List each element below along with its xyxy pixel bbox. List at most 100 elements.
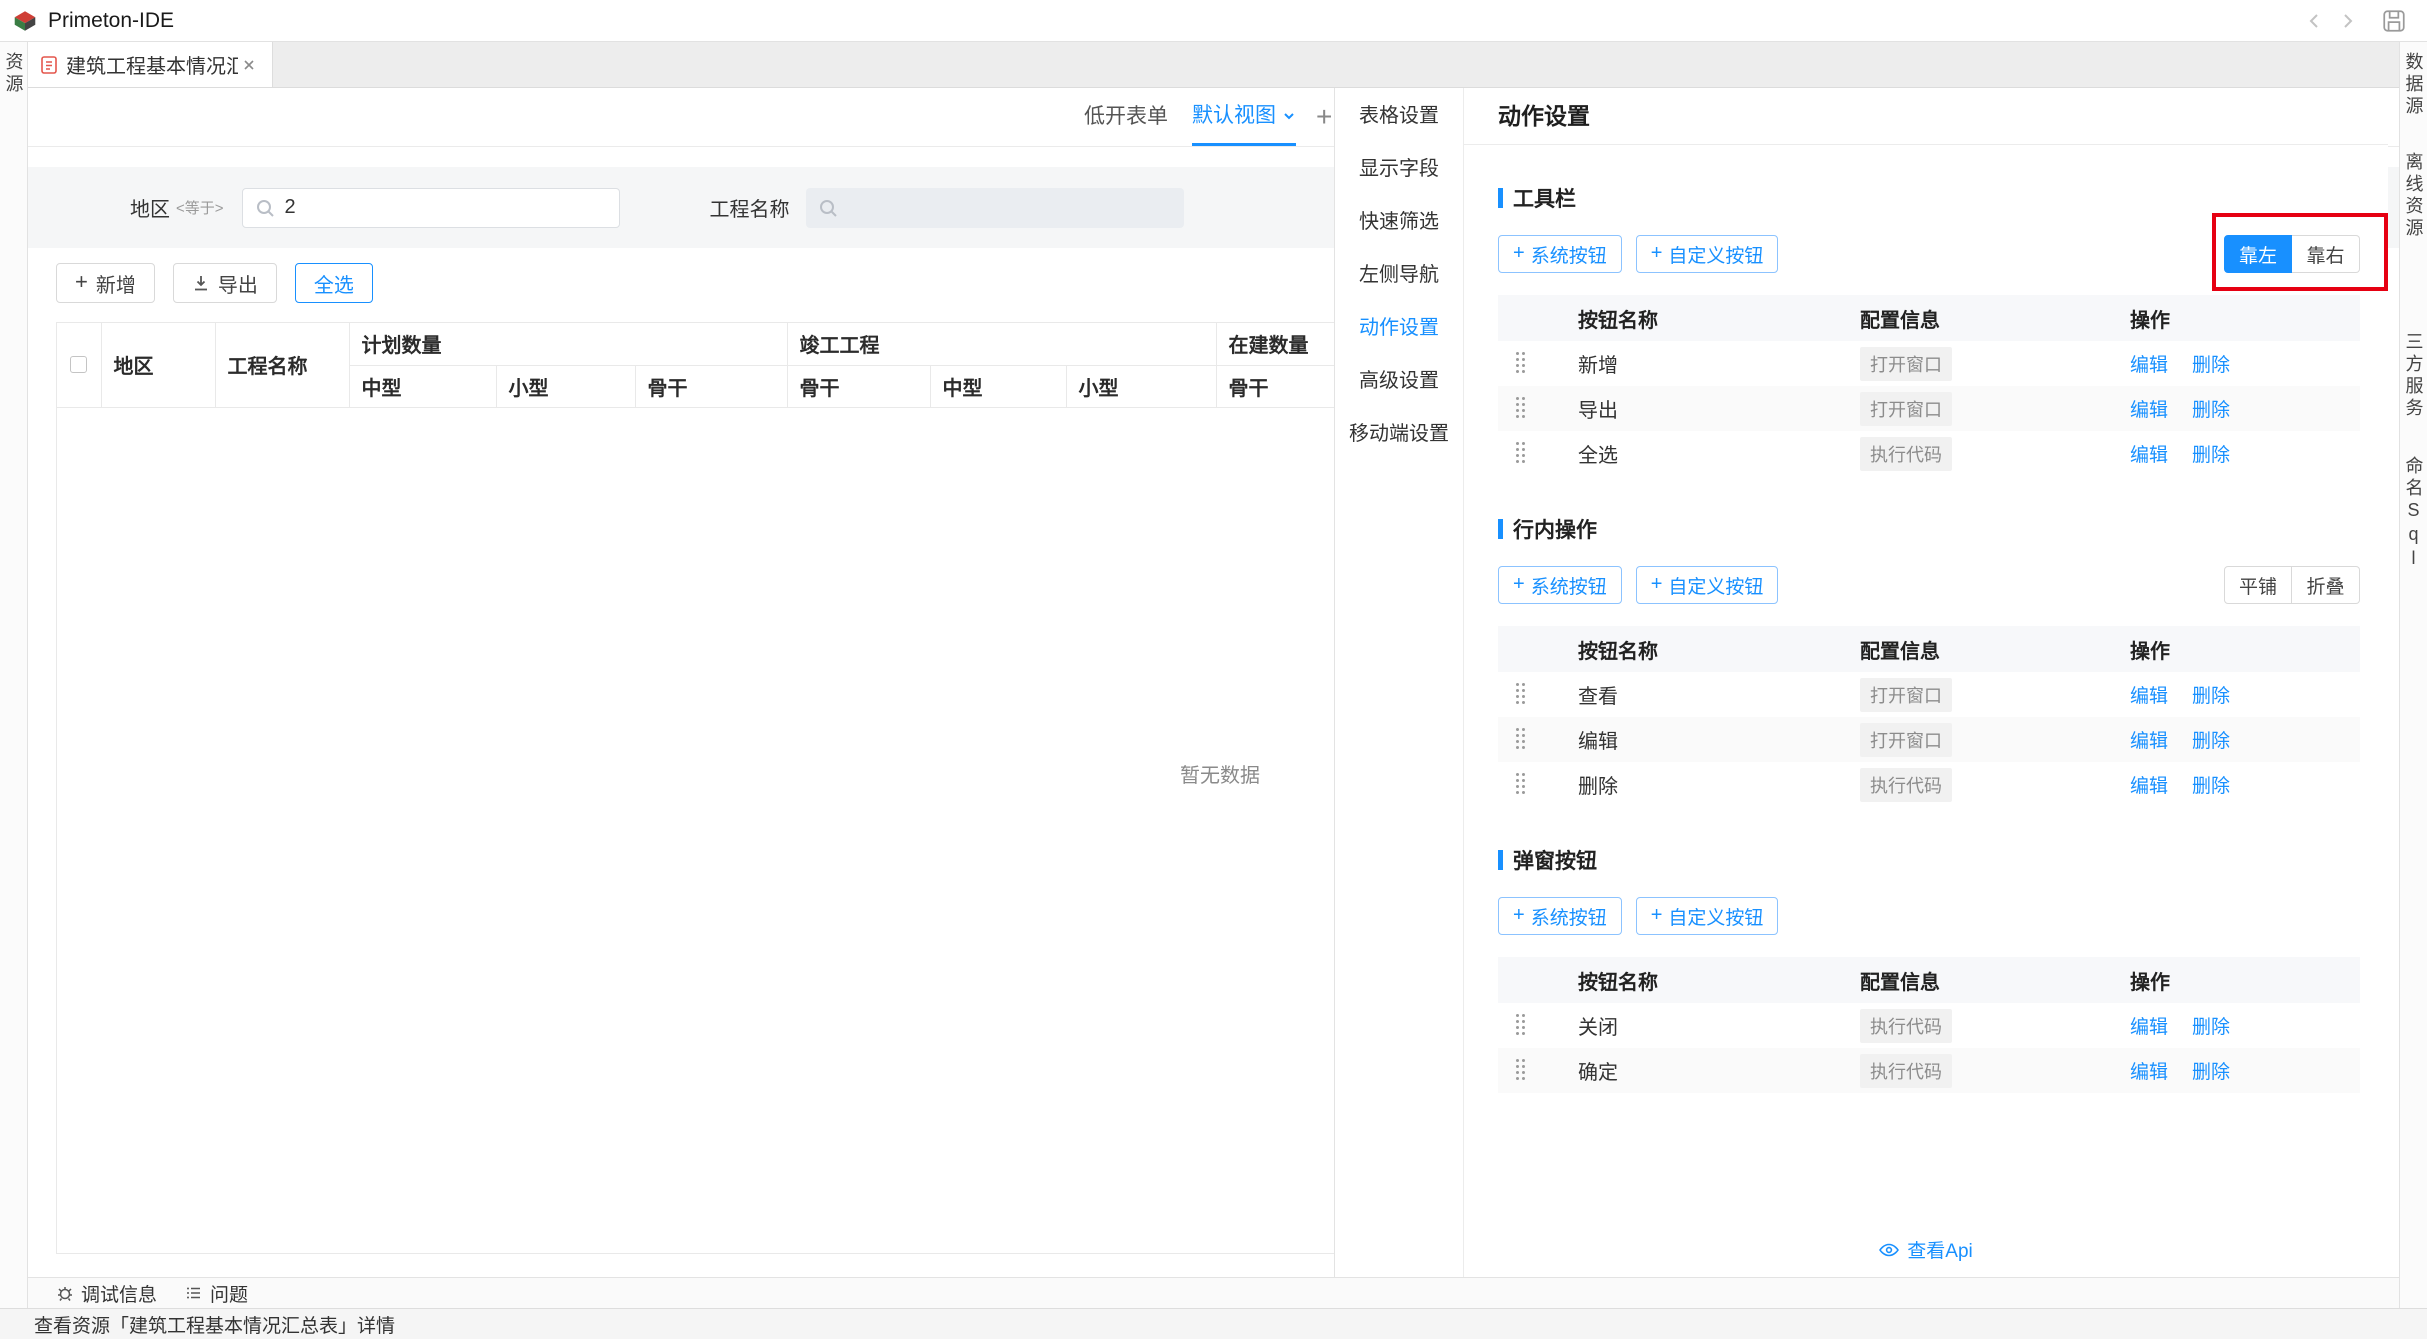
column-header: 按钮名称 (1578, 304, 1860, 333)
drag-handle-icon[interactable] (1516, 1059, 1528, 1082)
view-api-link[interactable]: 查看Api (1464, 1236, 2388, 1263)
edit-link[interactable]: 编辑 (2130, 400, 2168, 421)
select-all-checkbox[interactable] (70, 356, 87, 373)
settings-nav-quick-filter[interactable]: 快速筛选 (1335, 196, 1463, 249)
delete-link[interactable]: 删除 (2192, 1017, 2230, 1038)
toggle-group: 平铺折叠 (2224, 566, 2360, 604)
add-system-button[interactable]: 系统按钮 (1498, 897, 1622, 935)
button-name: 新增 (1578, 349, 1860, 378)
debug-info-button[interactable]: 调试信息 (56, 1280, 157, 1307)
settings-nav-fields[interactable]: 显示字段 (1335, 143, 1463, 196)
default-view-label: 默认视图 (1192, 88, 1276, 143)
edit-link[interactable]: 编辑 (2130, 731, 2168, 752)
settings-nav-left-nav[interactable]: 左侧导航 (1335, 249, 1463, 302)
add-custom-button[interactable]: 自定义按钮 (1636, 897, 1779, 935)
table-header-row: 按钮名称配置信息操作 (1498, 957, 2360, 1003)
plus-icon (1651, 905, 1663, 927)
delete-link[interactable]: 删除 (2192, 776, 2230, 797)
sidebar-item-datasource[interactable]: 数据源 (2401, 52, 2427, 118)
column-header: 骨干 (635, 365, 787, 407)
edit-link[interactable]: 编辑 (2130, 1017, 2168, 1038)
edit-link[interactable]: 编辑 (2130, 686, 2168, 707)
section-button-row: 系统按钮自定义按钮 (1498, 897, 2360, 935)
bottom-toolbar: 调试信息 问题 (28, 1277, 2399, 1308)
button-name: 确定 (1578, 1056, 1860, 1085)
sidebar-item-named-sql[interactable]: 命名Sql (2401, 456, 2427, 572)
button-name: 导出 (1578, 394, 1860, 423)
region-filter-input[interactable]: 2 (242, 188, 620, 228)
column-header: 操作 (2130, 966, 2360, 995)
plus-icon (1513, 243, 1525, 265)
add-custom-button[interactable]: 自定义按钮 (1636, 235, 1779, 273)
tab-close-icon[interactable] (238, 54, 260, 76)
search-icon (818, 198, 838, 218)
toggle-group: 靠左靠右 (2224, 235, 2360, 273)
region-filter-operator[interactable]: <等于> (176, 197, 224, 218)
tile-button[interactable]: 平铺 (2224, 566, 2292, 604)
column-header: 操作 (2130, 304, 2360, 333)
save-icon[interactable] (2379, 6, 2409, 36)
delete-link[interactable]: 删除 (2192, 355, 2230, 376)
table-header-row: 按钮名称配置信息操作 (1498, 295, 2360, 341)
export-button[interactable]: 导出 (173, 263, 277, 303)
panel-title: 动作设置 (1464, 88, 2388, 145)
delete-link[interactable]: 删除 (2192, 686, 2230, 707)
issues-button[interactable]: 问题 (185, 1280, 248, 1307)
button-name: 编辑 (1578, 725, 1860, 754)
align-left-button[interactable]: 靠左 (2224, 235, 2292, 273)
settings-panel: 表格设置显示字段快速筛选左侧导航动作设置高级设置移动端设置 动作设置 工具栏系统… (1334, 88, 2388, 1277)
drag-handle-icon[interactable] (1516, 352, 1528, 375)
collapse-button[interactable]: 折叠 (2292, 566, 2360, 604)
status-text: 查看资源「建筑工程基本情况汇总表」详情 (34, 1311, 395, 1338)
tab-summary-table[interactable]: 建筑工程基本情况汇总表* (28, 42, 273, 87)
delete-link[interactable]: 删除 (2192, 445, 2230, 466)
drag-handle-icon[interactable] (1516, 728, 1528, 751)
delete-link[interactable]: 删除 (2192, 1062, 2230, 1083)
add-view-button[interactable]: + (1316, 88, 1332, 146)
column-header: 配置信息 (1860, 635, 2130, 664)
column-header: 中型 (349, 365, 496, 407)
settings-nav-advanced[interactable]: 高级设置 (1335, 355, 1463, 408)
sidebar-item-third-party-services[interactable]: 三方服务 (2401, 332, 2427, 420)
align-right-button[interactable]: 靠右 (2292, 235, 2360, 273)
drag-handle-icon[interactable] (1516, 773, 1528, 796)
settings-nav-mobile[interactable]: 移动端设置 (1335, 408, 1463, 461)
drag-handle-icon[interactable] (1516, 442, 1528, 465)
edit-link[interactable]: 编辑 (2130, 776, 2168, 797)
column-header: 小型 (1066, 365, 1216, 407)
sidebar-item-resources[interactable]: 资源 (1, 52, 27, 96)
project-filter-input[interactable] (806, 188, 1184, 228)
add-record-button[interactable]: 新增 (56, 263, 155, 303)
view-api-label: 查看Api (1907, 1236, 1972, 1263)
delete-link[interactable]: 删除 (2192, 400, 2230, 421)
column-header: 按钮名称 (1578, 635, 1860, 664)
app-logo-icon (12, 8, 38, 34)
add-custom-button[interactable]: 自定义按钮 (1636, 566, 1779, 604)
settings-nav-table[interactable]: 表格设置 (1335, 90, 1463, 143)
edit-link[interactable]: 编辑 (2130, 355, 2168, 376)
sidebar-item-offline-resources[interactable]: 离线资源 (2401, 152, 2427, 240)
right-sidebar-strip: 数据源离线资源三方服务命名Sql (2399, 42, 2427, 1308)
nav-forward-icon[interactable] (2331, 5, 2363, 37)
add-system-button[interactable]: 系统按钮 (1498, 566, 1622, 604)
settings-nav-actions[interactable]: 动作设置 (1335, 302, 1463, 355)
tab-lowcode-form[interactable]: 低开表单 (1084, 88, 1168, 146)
tab-default-view[interactable]: 默认视图 (1192, 88, 1296, 146)
column-header: 小型 (496, 365, 635, 407)
config-info-tag: 执行代码 (1860, 437, 1952, 471)
buttons-table: 按钮名称配置信息操作新增打开窗口编辑删除导出打开窗口编辑删除全选执行代码编辑删除 (1498, 295, 2360, 476)
drag-handle-icon[interactable] (1516, 1014, 1528, 1037)
region-filter-label: 地区 (130, 193, 170, 222)
nav-back-icon[interactable] (2299, 5, 2331, 37)
delete-link[interactable]: 删除 (2192, 731, 2230, 752)
column-header: 地区 (101, 323, 215, 407)
table-row: 全选执行代码编辑删除 (1498, 431, 2360, 476)
edit-link[interactable]: 编辑 (2130, 445, 2168, 466)
select-all-button[interactable]: 全选 (295, 263, 373, 303)
drag-handle-icon[interactable] (1516, 683, 1528, 706)
status-bar: 查看资源「建筑工程基本情况汇总表」详情 (0, 1308, 2427, 1339)
table-row: 删除执行代码编辑删除 (1498, 762, 2360, 807)
edit-link[interactable]: 编辑 (2130, 1062, 2168, 1083)
add-system-button[interactable]: 系统按钮 (1498, 235, 1622, 273)
drag-handle-icon[interactable] (1516, 397, 1528, 420)
